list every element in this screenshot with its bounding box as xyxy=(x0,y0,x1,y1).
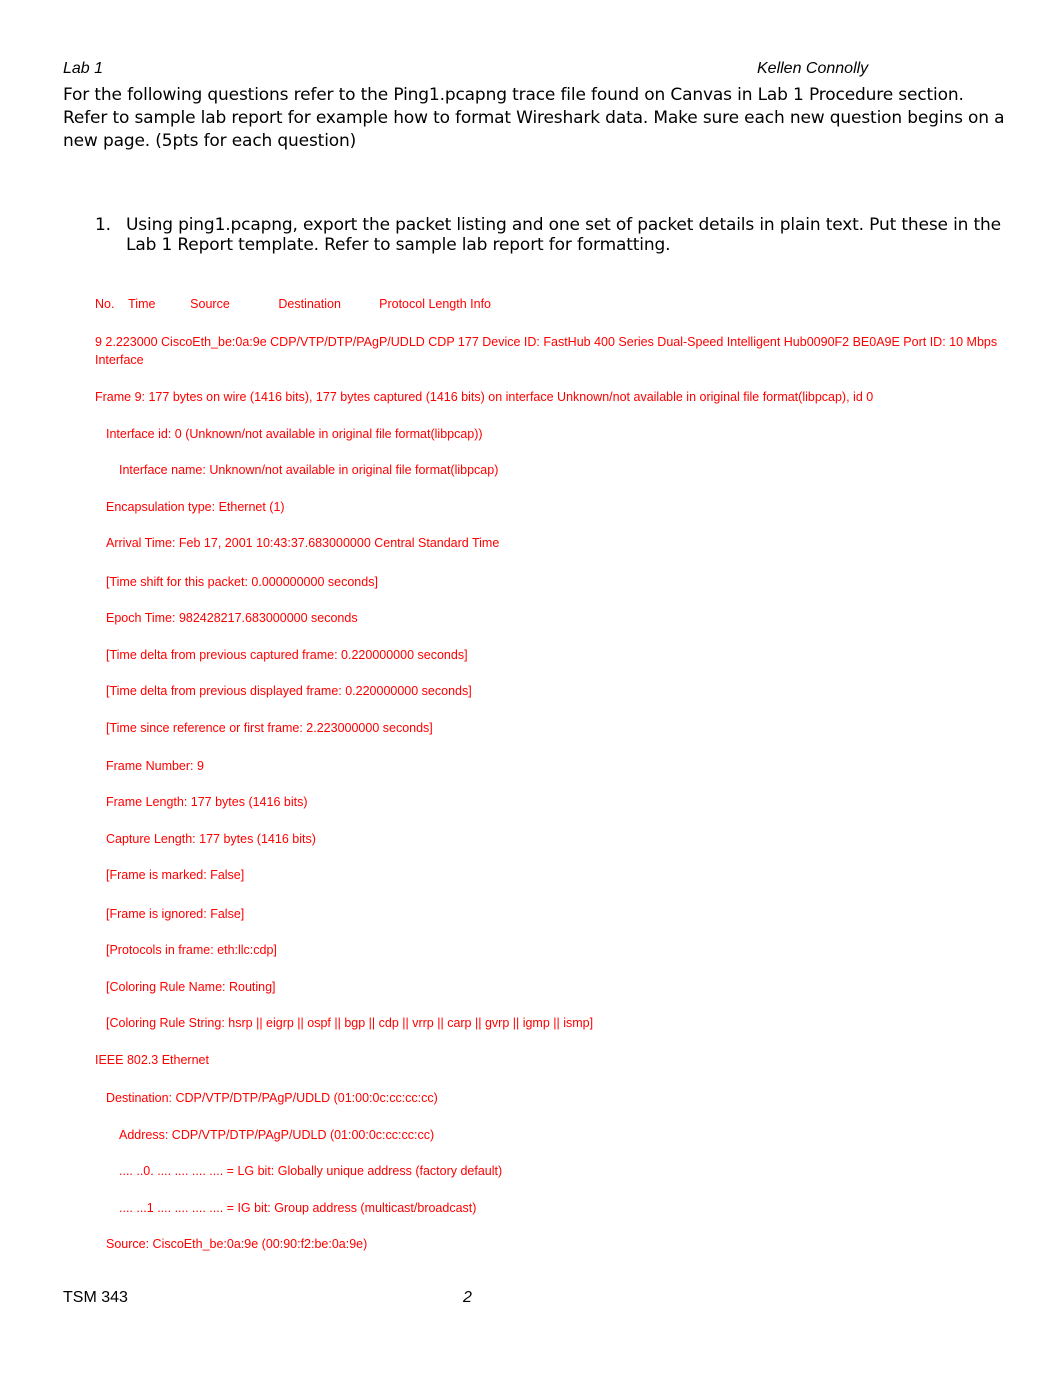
header-lab-title: Lab 1 xyxy=(63,60,104,77)
packet-listing-header: No. Time Source Destination Protocol Len… xyxy=(95,297,492,311)
detail-ig-bit: .... ...1 .... .... .... .... = IG bit: … xyxy=(119,1201,477,1215)
packet-listing-row: 9 2.223000 CiscoEth_be:0a:9e CDP/VTP/DTP… xyxy=(95,335,998,367)
detail-arrival-time: Arrival Time: Feb 17, 2001 10:43:37.6830… xyxy=(106,536,500,550)
detail-address: Address: CDP/VTP/DTP/PAgP/UDLD (01:00:0c… xyxy=(119,1128,435,1142)
detail-frame-ignored: [Frame is ignored: False] xyxy=(106,907,245,921)
intro-paragraph: For the following questions refer to the… xyxy=(63,85,1005,151)
question-number: 1. xyxy=(95,215,111,235)
question-text: Using ping1.pcapng, export the packet li… xyxy=(126,215,1001,255)
question-item: 1. Using ping1.pcapng, export the packet… xyxy=(95,215,1005,255)
detail-lg-bit: .... ..0. .... .... .... .... = LG bit: … xyxy=(119,1164,503,1178)
footer-course: TSM 343 xyxy=(63,1289,128,1306)
detail-interface-name: Interface name: Unknown/not available in… xyxy=(119,463,499,477)
detail-frame-length: Frame Length: 177 bytes (1416 bits) xyxy=(106,795,308,809)
document-page: Lab 1 Kellen Connolly For the following … xyxy=(0,0,1062,1376)
detail-frame-summary: Frame 9: 177 bytes on wire (1416 bits), … xyxy=(95,390,874,404)
header-author: Kellen Connolly xyxy=(757,60,869,77)
detail-encapsulation: Encapsulation type: Ethernet (1) xyxy=(106,500,285,514)
detail-protocols: [Protocols in frame: eth:llc:cdp] xyxy=(106,943,277,957)
detail-coloring-rule-name: [Coloring Rule Name: Routing] xyxy=(106,980,276,994)
detail-destination: Destination: CDP/VTP/DTP/PAgP/UDLD (01:0… xyxy=(106,1091,438,1105)
detail-frame-marked: [Frame is marked: False] xyxy=(106,868,245,882)
detail-delta-displayed: [Time delta from previous displayed fram… xyxy=(106,684,472,698)
detail-epoch-time: Epoch Time: 982428217.683000000 seconds xyxy=(106,611,358,625)
detail-delta-captured: [Time delta from previous captured frame… xyxy=(106,648,468,662)
detail-frame-number: Frame Number: 9 xyxy=(106,759,204,773)
footer-page-number: 2 xyxy=(463,1289,472,1306)
detail-interface-id: Interface id: 0 (Unknown/not available i… xyxy=(106,427,483,441)
detail-coloring-rule-string: [Coloring Rule String: hsrp || eigrp || … xyxy=(106,1016,594,1030)
detail-time-since-ref: [Time since reference or first frame: 2.… xyxy=(106,721,433,735)
detail-capture-length: Capture Length: 177 bytes (1416 bits) xyxy=(106,832,316,846)
detail-ieee-ethernet: IEEE 802.3 Ethernet xyxy=(95,1053,209,1067)
detail-source: Source: CiscoEth_be:0a:9e (00:90:f2:be:0… xyxy=(106,1237,368,1251)
detail-time-shift: [Time shift for this packet: 0.000000000… xyxy=(106,575,378,589)
